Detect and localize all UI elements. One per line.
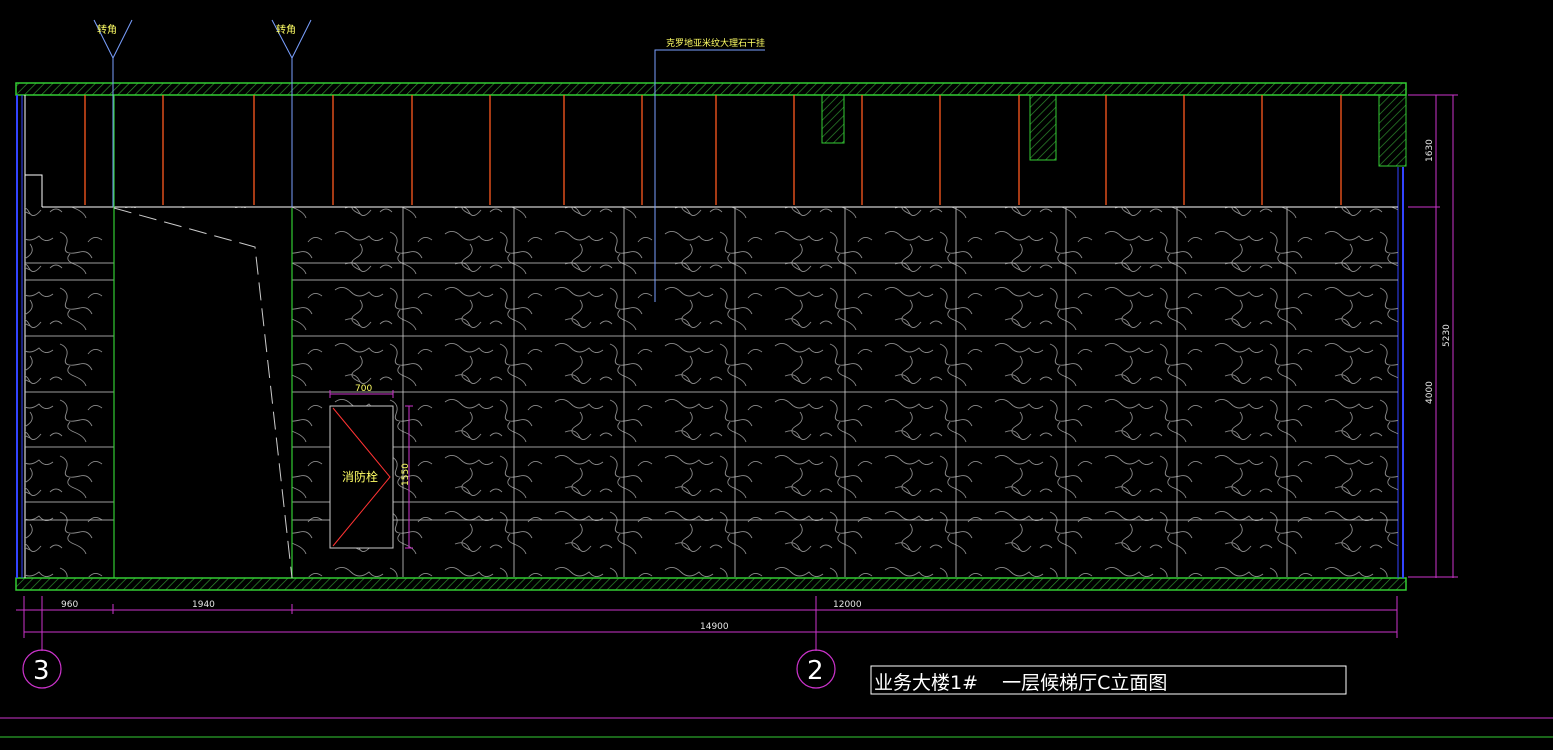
corner-label-1: 转角	[97, 23, 117, 36]
beam-2	[1029, 94, 1057, 161]
door-opening	[114, 208, 292, 577]
corner-label-2: 转角	[276, 23, 296, 36]
wall-height-label: 4000	[1425, 381, 1435, 404]
corner-callout-icon	[93, 19, 133, 207]
top-slab	[15, 82, 1407, 96]
elevation-drawing: 转角 转角 克罗地亚米纹大理石干挂 消防栓 700 1550 1630 4000…	[0, 19, 1553, 738]
hydrant-width-label: 700	[355, 384, 372, 394]
material-note: 克罗地亚米纹大理石干挂	[666, 37, 765, 49]
ceiling-height-label: 1630	[1425, 139, 1435, 162]
total-height-label: 5230	[1442, 324, 1452, 347]
ceiling-hangers	[84, 95, 1342, 205]
hydrant-label: 消防栓	[342, 469, 378, 484]
left-edge	[16, 95, 26, 578]
hydrant-height-label: 1550	[401, 463, 411, 486]
seg-1-label: 960	[61, 600, 78, 610]
beam-1	[821, 94, 845, 144]
axis-left-label: 3	[33, 656, 50, 686]
beam-3	[1378, 94, 1407, 167]
bottom-slab	[15, 577, 1407, 591]
seg-2-label: 1940	[192, 600, 215, 610]
drawing-title: 业务大楼1# 一层候梯厅C立面图	[874, 672, 1167, 694]
seg-3-label: 12000	[833, 600, 862, 610]
right-edge	[1397, 167, 1404, 578]
axis-right-label: 2	[807, 656, 824, 686]
corner-callout-icon	[271, 19, 312, 207]
ceiling-return	[25, 174, 43, 207]
overall-label: 14900	[700, 622, 729, 632]
